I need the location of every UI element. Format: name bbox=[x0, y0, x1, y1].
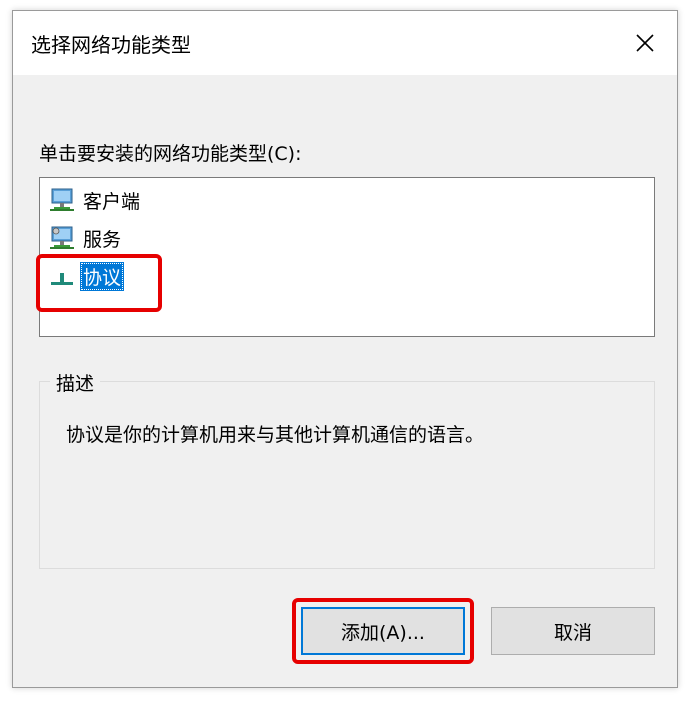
description-group-title: 描述 bbox=[50, 369, 101, 396]
add-button[interactable]: 添加(A)... bbox=[301, 607, 465, 655]
title-bar: 选择网络功能类型 bbox=[13, 11, 677, 75]
list-item-label: 服务 bbox=[83, 228, 122, 251]
network-feature-dialog: 选择网络功能类型 单击要安装的网络功能类型(C): 客户端 服务 协议 描述 协… bbox=[12, 10, 678, 688]
feature-type-prompt: 单击要安装的网络功能类型(C): bbox=[39, 143, 302, 165]
dialog-title: 选择网络功能类型 bbox=[31, 33, 191, 57]
network-client-icon bbox=[48, 185, 78, 215]
feature-type-listbox[interactable]: 客户端 服务 协议 bbox=[39, 177, 655, 337]
description-group: 描述 协议是你的计算机用来与其他计算机通信的语言。 bbox=[39, 369, 655, 569]
network-service-icon bbox=[48, 223, 78, 253]
close-button[interactable] bbox=[613, 11, 677, 75]
list-item-label: 协议 bbox=[80, 261, 125, 291]
list-item-client[interactable]: 客户端 bbox=[48, 184, 143, 216]
description-text: 协议是你的计算机用来与其他计算机通信的语言。 bbox=[66, 424, 485, 446]
list-item-protocol[interactable]: 协议 bbox=[48, 260, 125, 292]
cancel-button[interactable]: 取消 bbox=[491, 607, 655, 655]
list-item-service[interactable]: 服务 bbox=[48, 222, 124, 254]
close-icon bbox=[636, 34, 654, 52]
list-item-label: 客户端 bbox=[83, 190, 141, 213]
network-protocol-icon bbox=[48, 261, 78, 291]
